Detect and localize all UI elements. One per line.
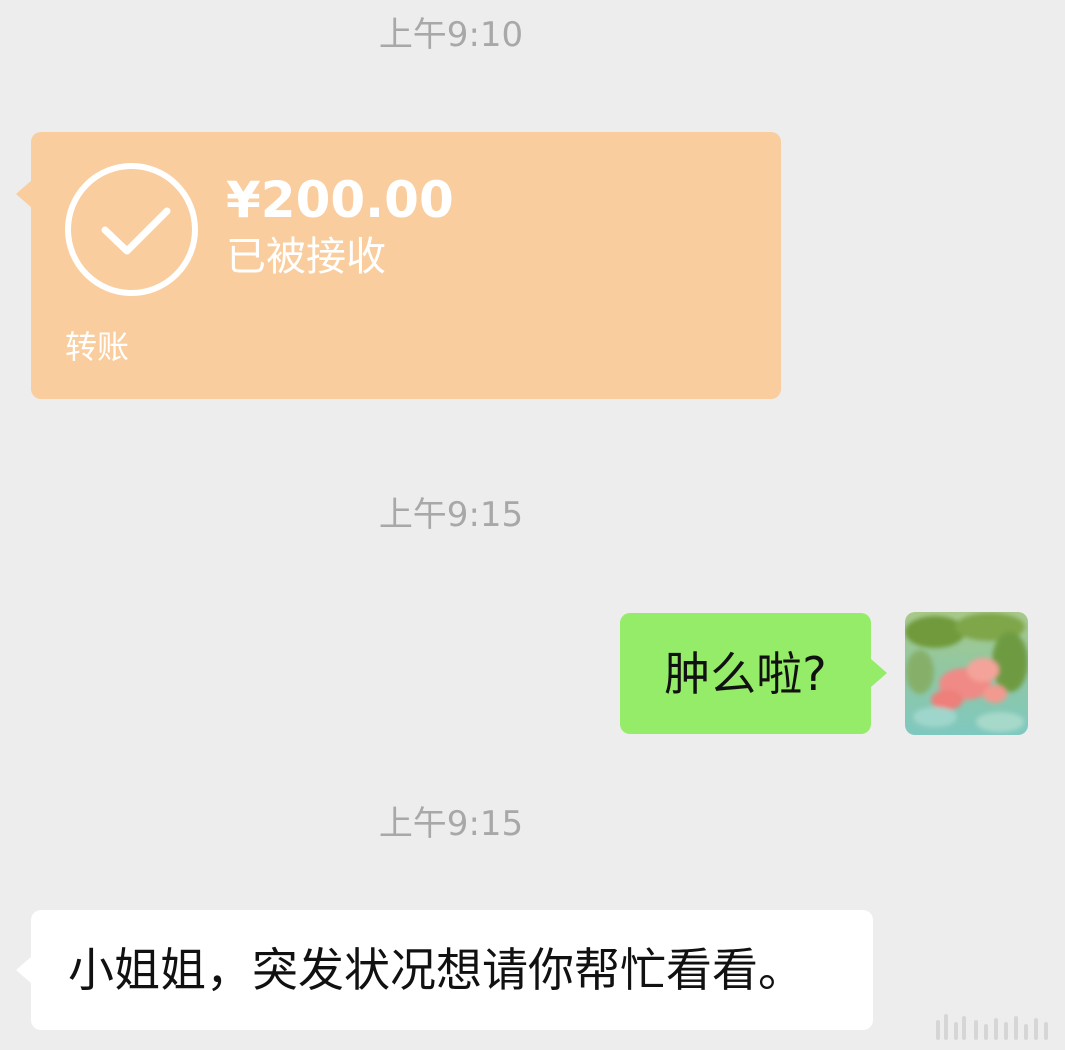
transfer-amount: ¥200.00	[226, 171, 454, 229]
bubble-tail	[16, 956, 32, 984]
transfer-card[interactable]: ¥200.00 已被接收 转账	[16, 132, 781, 399]
watermark-logo	[932, 1012, 1057, 1042]
timestamp: 上午9:10	[378, 15, 524, 55]
outgoing-message-bubble[interactable]: 肿么啦?	[620, 613, 887, 734]
incoming-message-bubble[interactable]: 小姐姐，突发状况想请你帮忙看看。	[16, 910, 873, 1030]
transfer-status: 已被接收	[226, 234, 386, 280]
timestamp: 上午9:15	[378, 495, 524, 535]
transfer-label: 转账	[65, 328, 130, 366]
outgoing-message-text: 肿么啦?	[664, 646, 827, 701]
check-circle-icon	[65, 163, 198, 296]
timestamp: 上午9:15	[378, 804, 524, 844]
bubble-tail	[871, 659, 887, 687]
avatar[interactable]	[905, 612, 1028, 735]
incoming-message-text: 小姐姐，突发状况想请你帮忙看看。	[68, 943, 804, 997]
bubble-tail	[16, 180, 32, 208]
